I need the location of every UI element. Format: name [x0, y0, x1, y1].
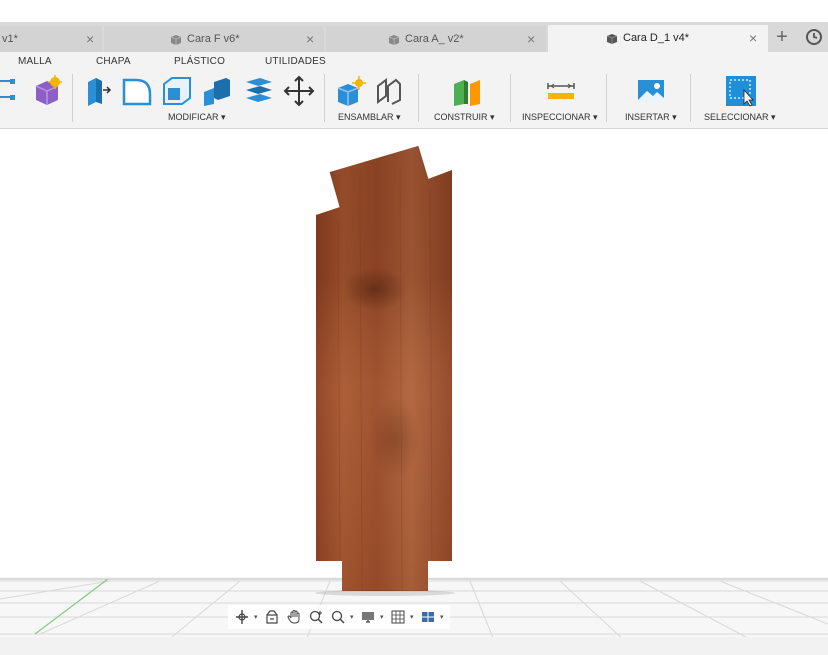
inspeccionar-menu[interactable]: INSPECCIONAR ▾ — [522, 112, 598, 123]
press-pull-icon[interactable] — [82, 74, 116, 108]
canvas-viewport[interactable] — [0, 129, 828, 655]
tab-malla[interactable]: MALLA — [18, 56, 52, 67]
tab-cara-a[interactable]: Cara A_ v2* × — [326, 26, 546, 52]
ribbon-toolbar: MALLA CHAPA PLÁSTICO UTILIDADES MODIFICA… — [0, 52, 828, 129]
viewports-icon[interactable] — [418, 607, 438, 627]
fit-icon[interactable] — [328, 607, 348, 627]
tab-chapa[interactable]: CHAPA — [96, 56, 131, 67]
toolbar-separator — [72, 74, 73, 122]
plus-icon[interactable]: + — [770, 24, 794, 50]
combine-icon[interactable] — [200, 74, 234, 108]
chevron-down-icon[interactable]: ▾ — [254, 607, 260, 627]
joint-icon[interactable] — [372, 74, 406, 108]
fillet-icon[interactable] — [120, 74, 154, 108]
tab-cara-f[interactable]: Cara F v6* × — [104, 26, 324, 52]
chevron-down-icon[interactable]: ▾ — [350, 607, 356, 627]
shell-icon[interactable] — [160, 74, 194, 108]
split-body-icon[interactable] — [242, 74, 276, 108]
new-component-icon[interactable] — [334, 74, 368, 108]
close-icon[interactable]: × — [86, 31, 94, 47]
tab-label: Cara D_1 v4* — [623, 32, 690, 44]
insertar-menu[interactable]: INSERTAR ▾ — [625, 112, 677, 123]
tab-label: v1* — [2, 33, 18, 45]
toolbar-separator — [690, 74, 691, 122]
chevron-down-icon[interactable]: ▾ — [440, 607, 446, 627]
window-top-strip — [0, 0, 828, 22]
chevron-down-icon[interactable]: ▾ — [410, 607, 416, 627]
close-icon[interactable]: × — [749, 30, 757, 46]
sketch-lines-icon[interactable] — [0, 74, 30, 108]
grid-settings-icon[interactable] — [388, 607, 408, 627]
toolbar-separator — [510, 74, 511, 122]
tab-v1[interactable]: v1* × — [0, 26, 102, 52]
construir-menu[interactable]: CONSTRUIR ▾ — [434, 112, 495, 123]
display-settings-icon[interactable] — [358, 607, 378, 627]
tab-label: Cara F v6* — [187, 33, 240, 45]
close-icon[interactable]: × — [306, 31, 314, 47]
tab-utilidades[interactable]: UTILIDADES — [265, 56, 326, 67]
toolbar-separator — [606, 74, 607, 122]
clock-icon[interactable] — [803, 26, 825, 48]
move-icon[interactable] — [282, 74, 316, 108]
scene-canvas — [0, 145, 828, 655]
toolbar-separator — [324, 74, 325, 122]
component-cube-icon — [606, 33, 618, 44]
close-icon[interactable]: × — [527, 31, 535, 47]
ensamblar-menu[interactable]: ENSAMBLAR ▾ — [338, 112, 401, 123]
measure-icon[interactable] — [544, 74, 578, 108]
tab-label: Cara A_ v2* — [405, 33, 464, 45]
select-icon[interactable] — [724, 74, 758, 108]
toolbar-separator — [418, 74, 419, 122]
document-tab-bar: v1* × Cara F v6* × Cara A_ v2* × Cara D_… — [0, 22, 828, 52]
insert-image-icon[interactable] — [634, 74, 668, 108]
status-strip — [0, 637, 828, 655]
component-cube-icon — [388, 34, 400, 45]
look-at-icon[interactable] — [262, 607, 282, 627]
tab-cara-d[interactable]: Cara D_1 v4* × — [548, 25, 768, 52]
pan-icon[interactable] — [284, 607, 304, 627]
tab-plastico[interactable]: PLÁSTICO — [174, 56, 225, 67]
wood-part-model[interactable] — [315, 145, 455, 596]
modificar-menu[interactable]: MODIFICAR ▾ — [168, 112, 226, 123]
create-form-icon[interactable] — [30, 74, 64, 108]
zoom-icon[interactable] — [306, 607, 326, 627]
navigation-bar: ▾ ▾ ▾ ▾ ▾ — [228, 605, 450, 629]
seleccionar-menu[interactable]: SELECCIONAR ▾ — [704, 112, 776, 123]
offset-plane-icon[interactable] — [450, 74, 484, 108]
component-cube-icon — [170, 34, 182, 45]
chevron-down-icon[interactable]: ▾ — [380, 607, 386, 627]
orbit-icon[interactable] — [232, 607, 252, 627]
